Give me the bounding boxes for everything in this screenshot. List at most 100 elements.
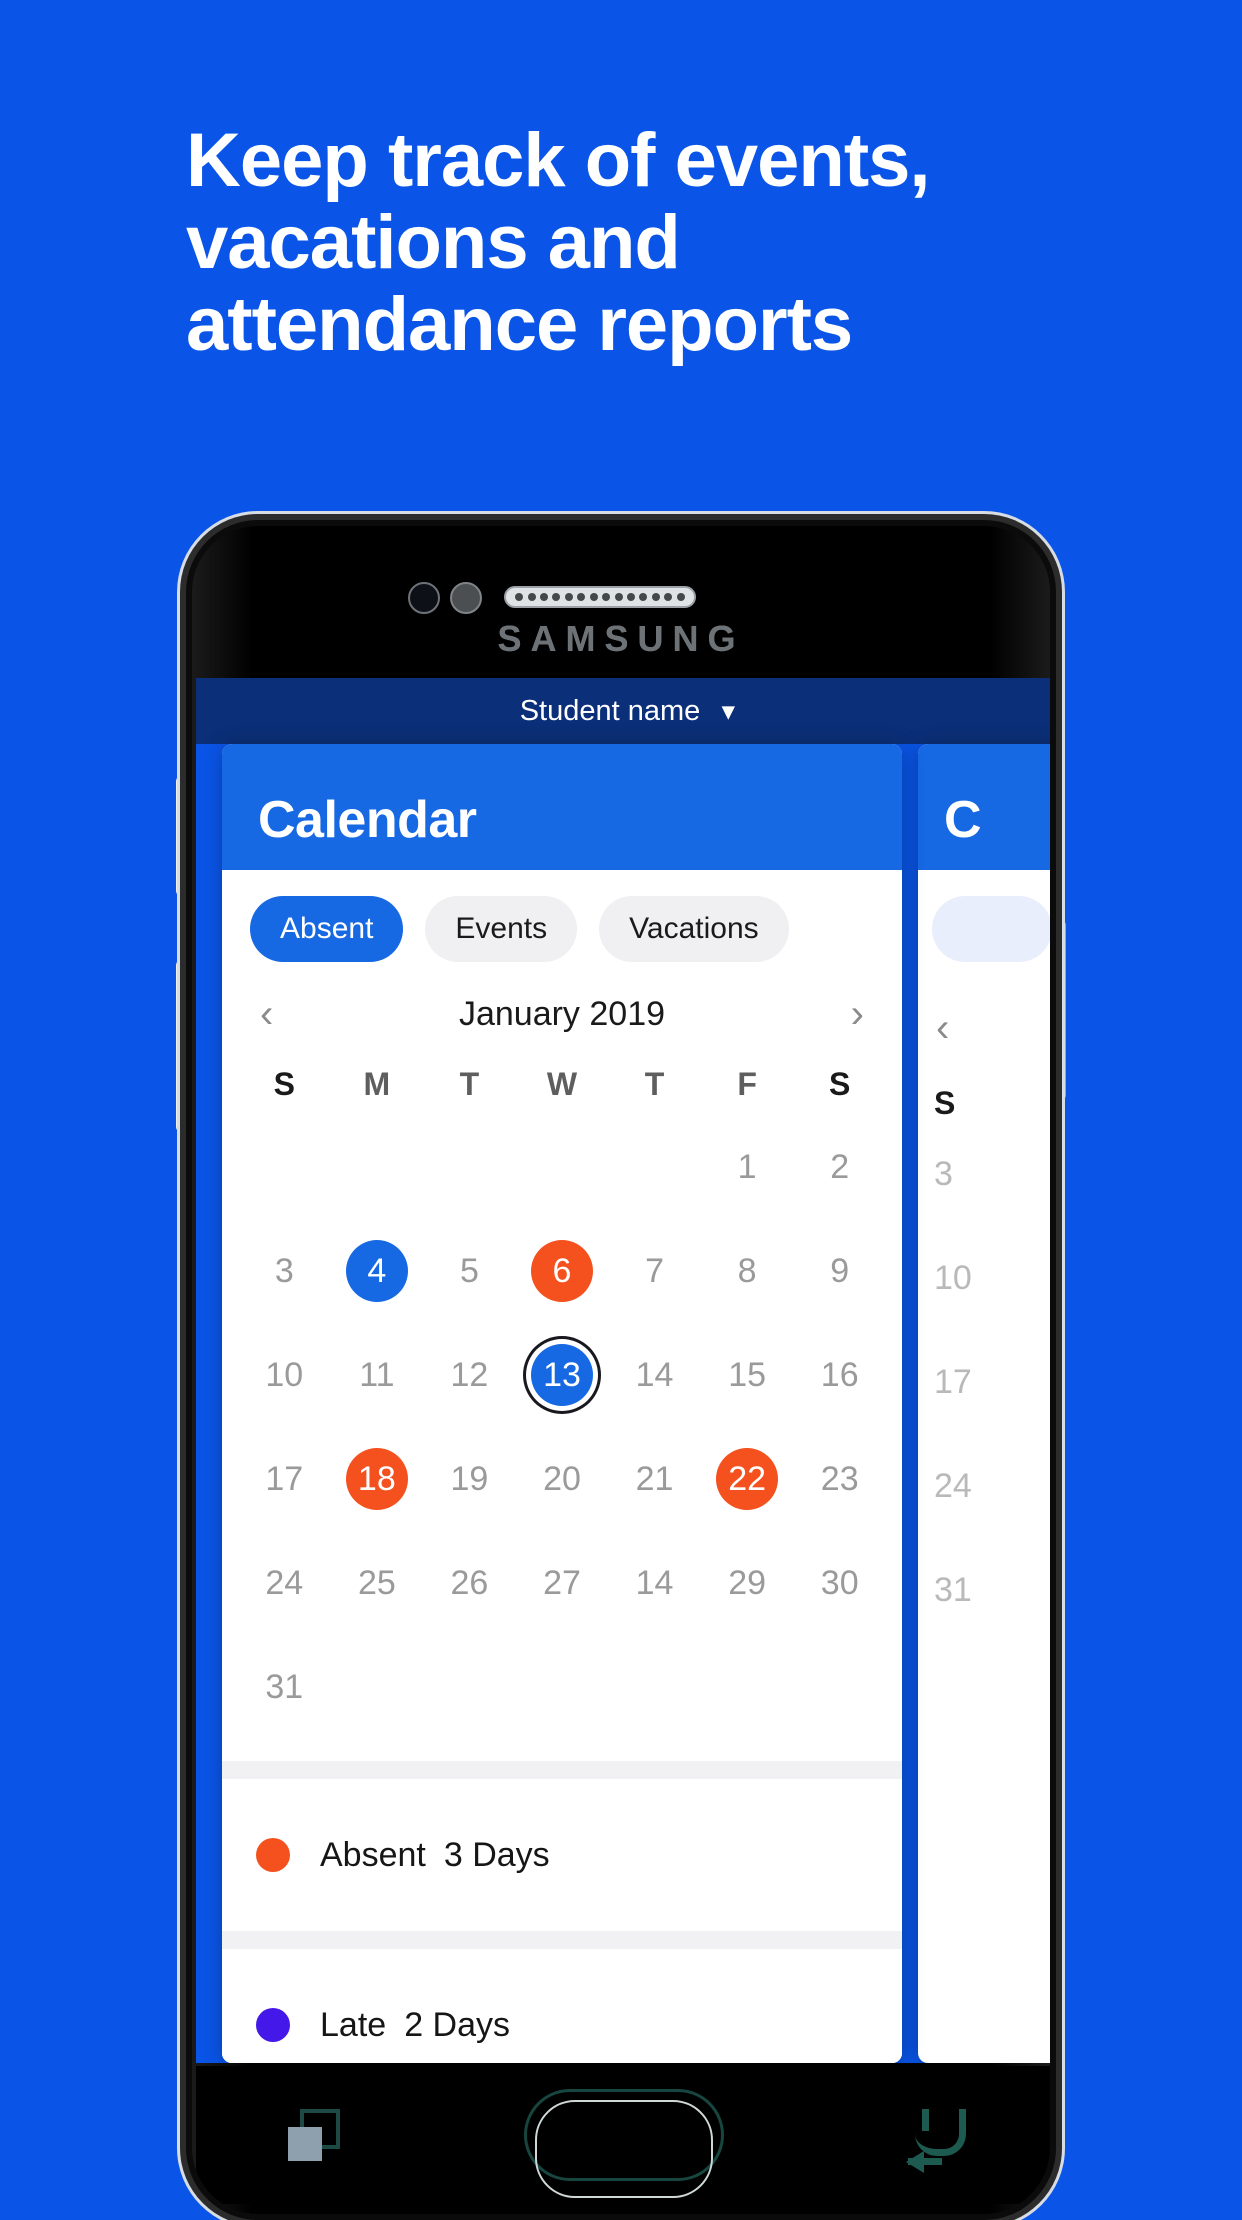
back-arrow-icon[interactable] [906, 2109, 966, 2173]
calendar-day-empty [516, 1115, 609, 1219]
legend-row-late[interactable]: Late 2 Days [222, 1949, 902, 2063]
legend-late-count: 2 Days [404, 2005, 511, 2044]
calendar-days-grid: 1 2 3 4 5 6 7 8 9 10 11 12 13 14 15 16 17 18 19 20 21 22 23 24 2… [222, 1109, 902, 1761]
calendar-day[interactable]: 17 [238, 1427, 331, 1531]
page-title: Keep track of events, vacations and atte… [186, 118, 1086, 366]
legend-absent-label: Absent [320, 1835, 426, 1874]
peek-day: 17 [934, 1362, 972, 1401]
legend-absent-count: 3 Days [443, 1835, 550, 1874]
filter-chip-absent[interactable]: Absent [250, 896, 404, 962]
weekday-label: S [273, 1066, 295, 1102]
calendar-card-body: Absent Events Vacations ‹ January 2019 › S… [222, 870, 902, 2063]
calendar-day[interactable]: 25 [331, 1531, 424, 1635]
phone-brand-logo: SAMSUNG [192, 618, 1050, 660]
next-card-peek[interactable]: C ‹ S 3 10 17 24 31 [918, 744, 1050, 2063]
calendar-day-marker-orange: 18 [345, 1448, 408, 1510]
earpiece-speaker-icon [504, 586, 696, 608]
calendar-day-marker-orange: 6 [530, 1240, 593, 1302]
phone-body: SAMSUNG Student name ▾ C ‹ S 3 10 17 24 … [186, 520, 1056, 2220]
student-name-label: Student name [519, 694, 701, 727]
weekday-label: W [546, 1066, 578, 1102]
front-camera-icon [408, 582, 440, 614]
calendar-day[interactable]: 9 [793, 1219, 886, 1323]
weekday-label: T [459, 1066, 480, 1102]
promo-stage: Keep track of events, vacations and atte… [0, 0, 1242, 2220]
peek-day: 3 [934, 1154, 953, 1193]
calendar-day[interactable]: 31 [238, 1635, 331, 1739]
peek-day: 31 [934, 1570, 972, 1609]
phone-glass: SAMSUNG Student name ▾ C ‹ S 3 10 17 24 … [192, 526, 1050, 2214]
weekday-label: F [737, 1066, 757, 1102]
peek-prev-month-icon[interactable]: ‹ [936, 1006, 1050, 1051]
headline-line-1: Keep track of events, [186, 118, 931, 203]
calendar-title: Calendar [258, 791, 477, 849]
app-screen: Student name ▾ C ‹ S 3 10 17 24 31 Calen… [196, 678, 1050, 2063]
calendar-day[interactable]: 27 [516, 1531, 609, 1635]
calendar-day[interactable]: 6 [516, 1219, 609, 1323]
next-month-button[interactable]: › [841, 994, 874, 1034]
calendar-day[interactable]: 10 [238, 1323, 331, 1427]
calendar-day[interactable]: 30 [793, 1531, 886, 1635]
calendar-day[interactable]: 1 [701, 1115, 794, 1219]
filter-chip-events[interactable]: Events [425, 896, 578, 962]
weekday-label: M [363, 1066, 391, 1102]
calendar-day[interactable]: 8 [701, 1219, 794, 1323]
calendar-day[interactable]: 4 [331, 1219, 424, 1323]
legend-row-absent[interactable]: Absent 3 Days [222, 1779, 902, 1931]
peek-chip[interactable] [932, 896, 1050, 962]
calendar-day[interactable]: 7 [608, 1219, 701, 1323]
calendar-day[interactable]: 16 [793, 1323, 886, 1427]
chevron-down-icon[interactable]: ▾ [722, 697, 734, 726]
home-button-icon[interactable] [524, 2089, 724, 2198]
calendar-day-empty [423, 1635, 516, 1739]
calendar-day[interactable]: 26 [423, 1531, 516, 1635]
calendar-day[interactable]: 11 [331, 1323, 424, 1427]
calendar-day[interactable]: 3 [238, 1219, 331, 1323]
card-deck: C ‹ S 3 10 17 24 31 Calendar Absent Even… [196, 744, 1050, 2063]
calendar-day[interactable]: 12 [423, 1323, 516, 1427]
peek-card-header: C [918, 744, 1050, 870]
calendar-day[interactable]: 14 [608, 1531, 701, 1635]
filter-chip-vacations[interactable]: Vacations [599, 896, 789, 962]
peek-card-title: C [944, 791, 982, 849]
proximity-sensor-icon [450, 582, 482, 614]
calendar-day[interactable]: 22 [701, 1427, 794, 1531]
calendar-day[interactable]: 18 [331, 1427, 424, 1531]
calendar-day[interactable]: 14 [608, 1323, 701, 1427]
calendar-day[interactable]: 19 [423, 1427, 516, 1531]
month-label: January 2019 [458, 994, 666, 1033]
weekday-header-row: SMTWTFS [222, 1044, 902, 1109]
calendar-day-empty [331, 1115, 424, 1219]
prev-month-button[interactable]: ‹ [250, 994, 283, 1034]
calendar-day[interactable]: 15 [701, 1323, 794, 1427]
calendar-day-marker-orange: 22 [716, 1448, 779, 1510]
phone-sensors [192, 574, 1050, 614]
calendar-day[interactable]: 5 [423, 1219, 516, 1323]
calendar-day-empty [701, 1635, 794, 1739]
recent-apps-icon[interactable] [288, 2109, 340, 2161]
calendar-day-empty [423, 1115, 516, 1219]
peek-day-column: 3 10 17 24 31 [918, 1122, 1050, 1642]
calendar-day[interactable]: 24 [238, 1531, 331, 1635]
filter-chip-group: Absent Events Vacations [222, 870, 902, 972]
calendar-card-header: Calendar [222, 744, 902, 870]
student-selector[interactable]: Student name ▾ [196, 678, 1050, 744]
calendar-day-empty [331, 1635, 424, 1739]
calendar-day[interactable]: 20 [516, 1427, 609, 1531]
calendar-day[interactable]: 21 [608, 1427, 701, 1531]
headline-line-2: vacations and [186, 200, 681, 286]
calendar-day[interactable]: 13 [516, 1323, 609, 1427]
calendar-day[interactable]: 2 [793, 1115, 886, 1219]
peek-weekday-label: S [934, 1085, 956, 1121]
calendar-day[interactable]: 23 [793, 1427, 886, 1531]
calendar-day-empty [516, 1635, 609, 1739]
calendar-day-empty [238, 1115, 331, 1219]
legend-late-label: Late [320, 2005, 387, 2044]
weekday-label: S [829, 1066, 851, 1102]
peek-day: 24 [934, 1466, 972, 1505]
calendar-day-empty [608, 1115, 701, 1219]
android-navigation-bar [196, 2066, 1050, 2204]
phone-mockup: SAMSUNG Student name ▾ C ‹ S 3 10 17 24 … [176, 520, 1066, 2220]
calendar-day-today-marker: 13 [530, 1344, 593, 1406]
calendar-day[interactable]: 29 [701, 1531, 794, 1635]
